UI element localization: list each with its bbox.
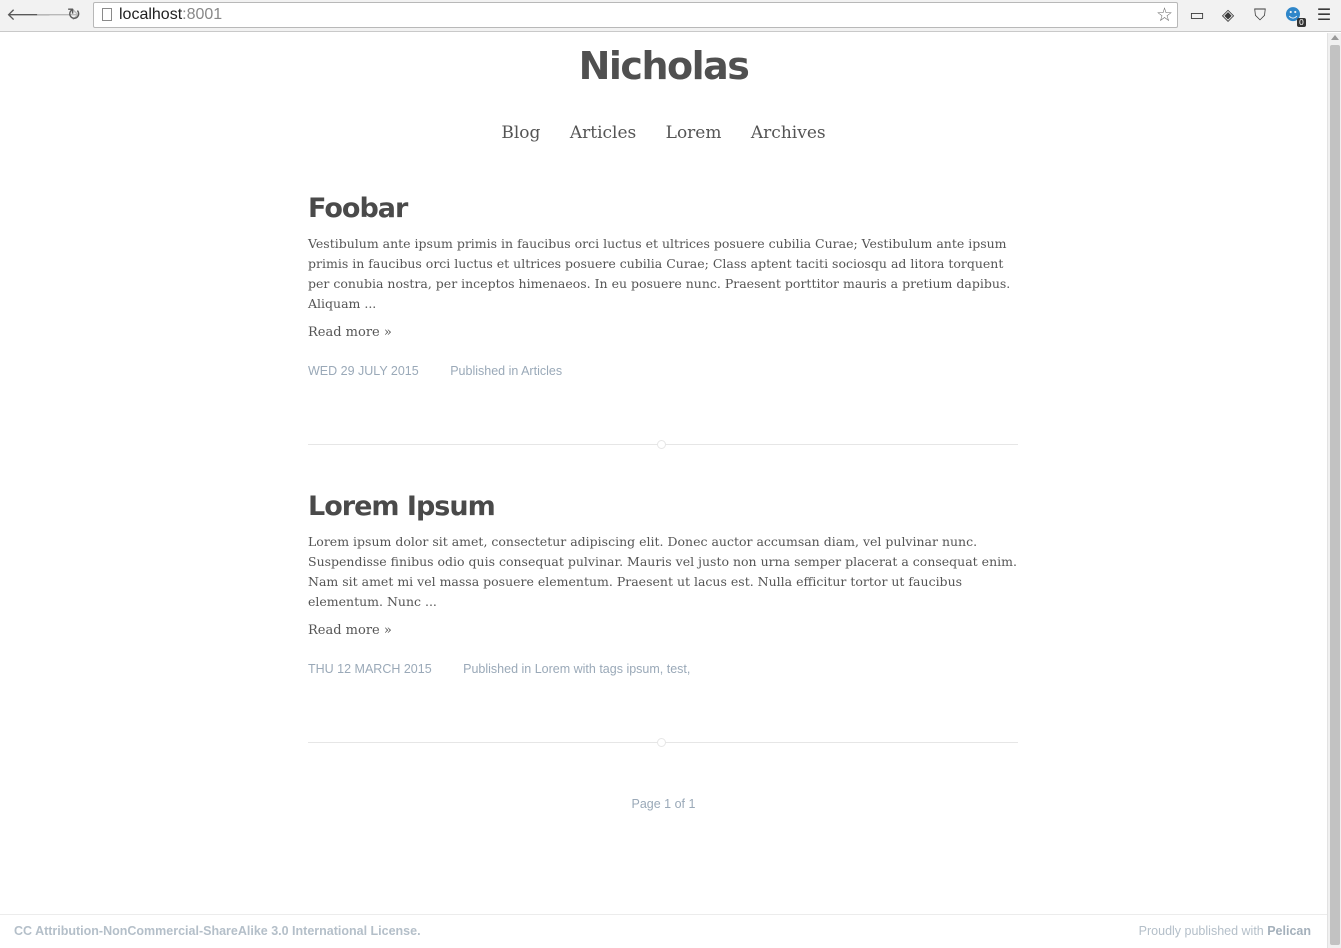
url-text: localhost:8001 [119,6,223,23]
ghostery-icon[interactable]: ☻ 0 [1282,5,1306,27]
license-link[interactable]: CC Attribution-NonCommercial-ShareAlike … [14,924,421,938]
article-title[interactable]: Foobar [308,193,1020,224]
article-divider [308,738,1018,747]
bookmark-star-icon[interactable]: ☆ [1156,4,1173,26]
nav-link-articles[interactable]: Articles [570,123,636,143]
nav-link-archives[interactable]: Archives [751,123,826,143]
tags-label: with tags [570,662,627,676]
nav-link-blog[interactable]: Blog [501,123,540,143]
read-more-link[interactable]: Read more » [308,623,392,638]
read-more-link[interactable]: Read more » [308,325,392,340]
page-icon [102,8,112,21]
article-date: THU 12 MARCH 2015 [308,662,432,676]
category-link[interactable]: Lorem [535,662,570,676]
category-link[interactable]: Articles [521,364,562,378]
article-summary: Vestibulum ante ipsum primis in faucibus… [308,236,1011,311]
site-footer: CC Attribution-NonCommercial-ShareAlike … [0,914,1327,948]
scroll-up-arrow-icon[interactable] [1331,35,1339,40]
scroll-thumb[interactable] [1330,45,1340,945]
published-label: Published in [450,364,522,378]
pelican-link[interactable]: Pelican [1267,924,1311,938]
divider-dot [657,738,666,747]
browser-toolbar: 🡐 🡒 ↻ localhost:8001 ☆ ▭ ◈ ⛉ ☻ 0 ☰ [0,0,1341,32]
published-label: Published in [463,662,535,676]
layers-icon[interactable]: ◈ [1217,5,1239,25]
cast-icon[interactable]: ▭ [1186,5,1208,25]
address-bar[interactable]: localhost:8001 ☆ [93,2,1178,28]
divider-dot [657,440,666,449]
article-summary: Lorem ipsum dolor sit amet, consectetur … [308,534,1017,609]
site-title[interactable]: Nicholas [0,44,1327,88]
nav-link-lorem[interactable]: Lorem [666,123,722,143]
menu-icon[interactable]: ☰ [1313,5,1335,25]
reload-button[interactable]: ↻ [64,6,84,24]
tags-links[interactable]: ipsum, test, [626,662,690,676]
back-button[interactable]: 🡐 [6,6,52,24]
powered-by: Proudly published with Pelican [1138,924,1311,938]
article-meta: WED 29 JULY 2015 Published in Articles [308,364,1020,378]
article-meta: THU 12 MARCH 2015 Published in Lorem wit… [308,662,1020,676]
article-entry: Foobar Vestibulum ante ipsum primis in f… [308,193,1020,378]
page-scrollbar[interactable] [1327,33,1341,948]
pocket-icon[interactable]: ⛉ [1249,5,1271,25]
forward-button[interactable]: 🡒 [35,6,81,24]
site-nav: Blog Articles Lorem Archives [0,123,1327,143]
article-divider [308,440,1018,449]
article-date: WED 29 JULY 2015 [308,364,419,378]
article-entry: Lorem Ipsum Lorem ipsum dolor sit amet, … [308,491,1020,676]
article-title[interactable]: Lorem Ipsum [308,491,1020,522]
extension-badge: 0 [1296,18,1306,27]
pagination-status: Page 1 of 1 [631,797,696,811]
